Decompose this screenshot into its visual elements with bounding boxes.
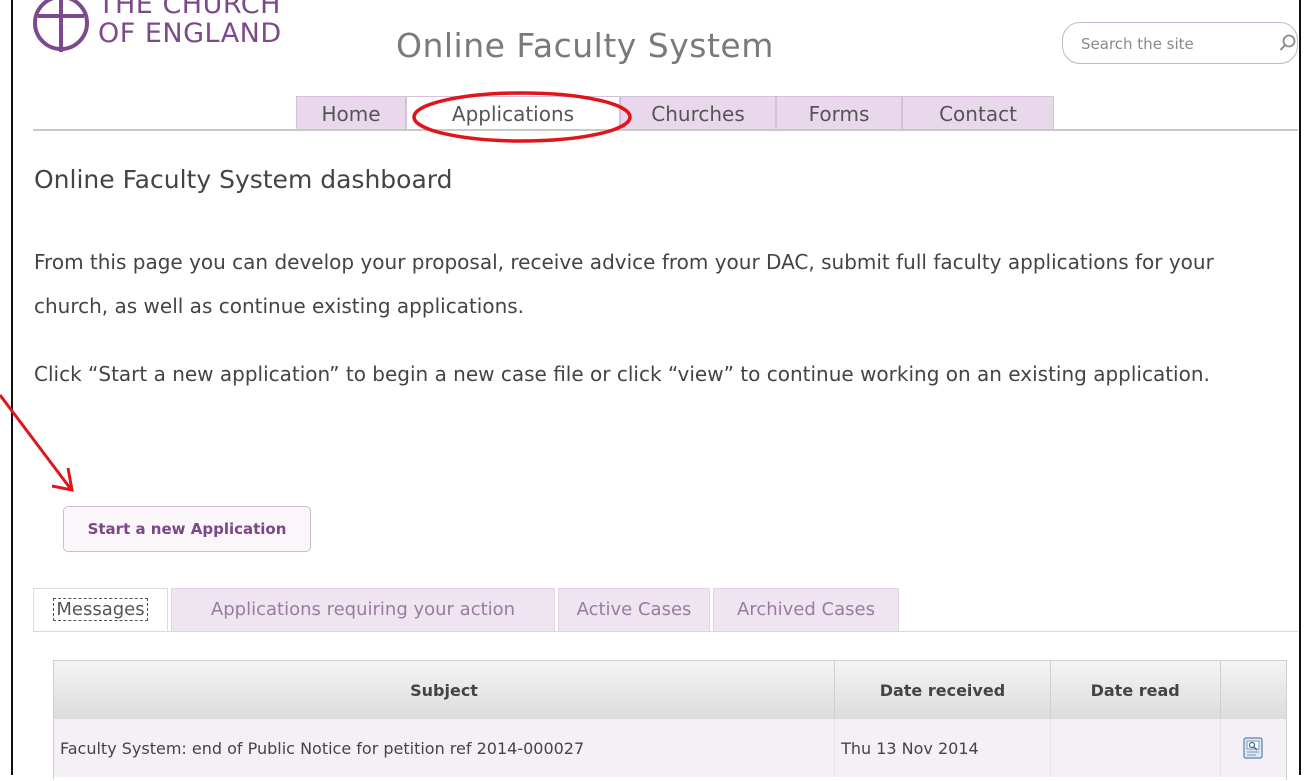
column-header-subject[interactable]: Subject: [54, 661, 836, 719]
page-title: Online Faculty System dashboard: [34, 165, 453, 194]
message-subject[interactable]: Faculty System: end of Public Notice for…: [54, 719, 836, 777]
tab-active-cases[interactable]: Active Cases: [558, 588, 710, 632]
nav-divider: [33, 129, 1298, 131]
logo[interactable]: THE CHURCH OF ENGLAND: [32, 0, 332, 70]
start-new-application-button[interactable]: Start a new Application: [63, 506, 311, 552]
message-action-cell: [1220, 719, 1286, 777]
brand-line-1: THE CHURCH: [98, 0, 281, 20]
church-logo-icon: [33, 0, 89, 52]
nav-tab-forms[interactable]: Forms: [776, 96, 902, 130]
search-icon[interactable]: [1279, 33, 1297, 53]
messages-table: Subject Date received Date read Faculty …: [54, 661, 1286, 777]
search-input[interactable]: [1079, 32, 1253, 56]
message-date-received: Thu 13 Nov 2014: [834, 719, 1051, 777]
site-title: Online Faculty System: [396, 26, 774, 65]
message-date-read: [1050, 719, 1221, 777]
messages-table-container: Subject Date received Date read Faculty …: [53, 660, 1287, 780]
tab-messages-label: Messages: [53, 598, 148, 621]
column-header-date-read[interactable]: Date read: [1050, 661, 1221, 719]
search-box[interactable]: [1062, 22, 1298, 64]
brand-line-2: OF ENGLAND: [98, 18, 282, 49]
nav-tab-churches[interactable]: Churches: [620, 96, 776, 130]
instruction-text: Click “Start a new application” to begin…: [34, 362, 1210, 386]
column-header-date-received[interactable]: Date received: [834, 661, 1051, 719]
tab-messages[interactable]: Messages: [33, 588, 168, 632]
main-nav: Home Applications Churches Forms Contact: [296, 96, 1054, 130]
table-header-row: Subject Date received Date read: [54, 661, 1286, 719]
table-row[interactable]: Faculty System: end of Public Notice for…: [54, 719, 1286, 777]
tab-archived-cases[interactable]: Archived Cases: [713, 588, 899, 632]
tabs-divider: [33, 631, 1298, 632]
nav-tab-contact[interactable]: Contact: [902, 96, 1054, 130]
intro-text: From this page you can develop your prop…: [34, 250, 1214, 318]
tab-applications-requiring-action[interactable]: Applications requiring your action: [171, 588, 555, 632]
column-header-action: [1220, 661, 1286, 719]
nav-tab-home[interactable]: Home: [296, 96, 406, 130]
nav-tab-applications[interactable]: Applications: [406, 96, 620, 130]
view-icon[interactable]: [1243, 737, 1263, 759]
brand-name: THE CHURCH OF ENGLAND: [98, 0, 282, 48]
dashboard-tabs: Messages Applications requiring your act…: [33, 588, 1298, 632]
